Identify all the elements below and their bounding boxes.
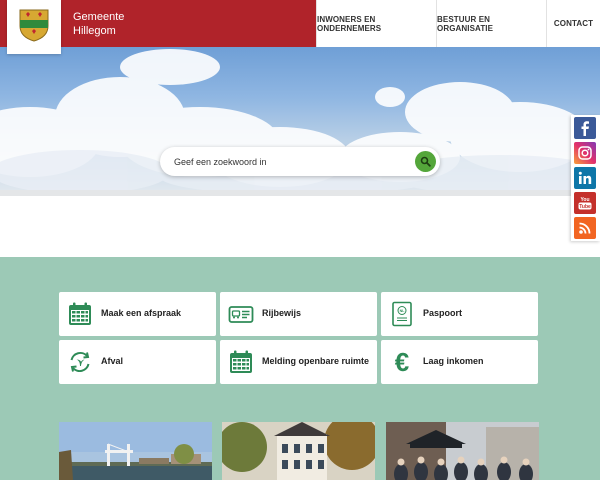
calendar-icon <box>69 302 91 325</box>
site-header: Gemeente Hillegom INWONERS EN ONDERNEMER… <box>0 0 600 54</box>
search-input[interactable] <box>174 154 404 169</box>
tile-paspoort[interactable]: NL Paspoort <box>381 292 538 336</box>
tile-maak-een-afspraak[interactable]: Maak een afspraak <box>59 292 216 336</box>
hero-divider <box>0 190 600 196</box>
tile-label: Laag inkomen <box>423 356 484 366</box>
nav-contact[interactable]: CONTACT <box>546 0 600 47</box>
search-icon <box>420 156 431 167</box>
brand-name-line1: Gemeente <box>73 11 125 23</box>
news-photo-building[interactable] <box>222 422 375 480</box>
tile-label: Melding openbare ruimte <box>262 356 370 366</box>
rss-icon[interactable] <box>574 217 596 239</box>
page: Gemeente Hillegom INWONERS EN ONDERNEMER… <box>0 0 600 480</box>
euro-icon: € <box>395 349 409 375</box>
nav-inwoners-ondernemers[interactable]: INWONERS EN ONDERNEMERS <box>316 0 436 47</box>
svg-text:You: You <box>580 197 589 203</box>
svg-text:NL: NL <box>400 309 406 313</box>
tile-label: Rijbewijs <box>262 308 302 318</box>
tile-label: Afval <box>101 356 124 366</box>
id-card-icon <box>228 306 254 323</box>
tile-melding-openbare-ruimte[interactable]: Melding openbare ruimte <box>220 340 377 384</box>
tile-label: Paspoort <box>423 308 463 318</box>
instagram-icon[interactable] <box>574 142 596 164</box>
youtube-icon[interactable]: You Tube <box>574 192 596 214</box>
brand-name[interactable]: Gemeente Hillegom <box>73 10 124 38</box>
main-nav: INWONERS EN ONDERNEMERS BESTUUR EN ORGAN… <box>316 0 600 47</box>
brand-name-line2: Hillegom <box>73 25 116 37</box>
coat-of-arms-icon <box>19 9 49 42</box>
search-bar <box>160 147 440 176</box>
news-photo-bridge[interactable] <box>59 422 212 480</box>
social-sidebar: You Tube <box>571 115 600 241</box>
tile-laag-inkomen[interactable]: € Laag inkomen <box>381 340 538 384</box>
recycle-icon <box>70 351 90 373</box>
municipal-logo[interactable] <box>7 0 61 54</box>
search-button[interactable] <box>415 151 436 172</box>
tile-label: Maak een afspraak <box>101 308 182 318</box>
nav-bestuur-organisatie[interactable]: BESTUUR EN ORGANISATIE <box>436 0 546 47</box>
calendar-icon <box>230 350 252 373</box>
facebook-icon[interactable] <box>574 117 596 139</box>
news-photo-event[interactable] <box>386 422 539 480</box>
passport-icon: NL <box>392 301 412 327</box>
brand-bar[interactable]: Gemeente Hillegom <box>0 0 316 54</box>
tile-afval[interactable]: Afval <box>59 340 216 384</box>
linkedin-icon[interactable] <box>574 167 596 189</box>
tile-rijbewijs[interactable]: Rijbewijs <box>220 292 377 336</box>
svg-text:Tube: Tube <box>579 204 591 210</box>
svg-text:€: € <box>395 349 409 375</box>
